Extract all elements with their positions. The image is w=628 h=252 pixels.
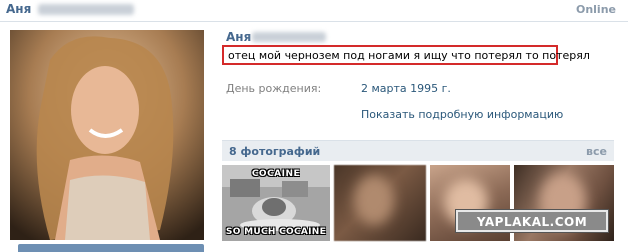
site-watermark: YAPLAKAL.COM [456,210,608,232]
meme-top-caption: COCAINE [251,169,301,179]
photos-all-link[interactable]: все [586,145,607,158]
profile-action-button[interactable] [18,244,204,252]
profile-status[interactable]: отец мой чернозем под ногами я ищу что п… [228,49,590,62]
status-highlight: отец мой чернозем под ногами я ищу что п… [222,45,590,65]
photo-thumbnail-meme[interactable]: COCAINE SO MUCH COCAINE [222,165,330,241]
profile-photo[interactable] [10,30,204,240]
blurred-content [354,175,394,225]
birthday-value[interactable]: 2 марта 1995 г. [361,82,451,95]
birthday-label: День рождения: [226,82,322,95]
photos-section-header: 8 фотографий все [222,140,614,161]
profile-name: Аня [226,30,252,44]
blurred-surname [38,4,134,15]
photos-title[interactable]: 8 фотографий [229,145,320,158]
blurred-profile-surname [252,32,326,42]
meme-bottom-caption: SO MUCH COCAINE [225,227,327,237]
photo-thumbnail-blurred[interactable] [334,165,426,241]
watermark-text: YAPLAKAL.COM [476,215,588,229]
header-user-name[interactable]: Аня [6,2,31,16]
top-bar: Аня Online [0,0,628,22]
online-status: Online [575,3,616,16]
show-more-info-link[interactable]: Показать подробную информацию [361,108,563,121]
